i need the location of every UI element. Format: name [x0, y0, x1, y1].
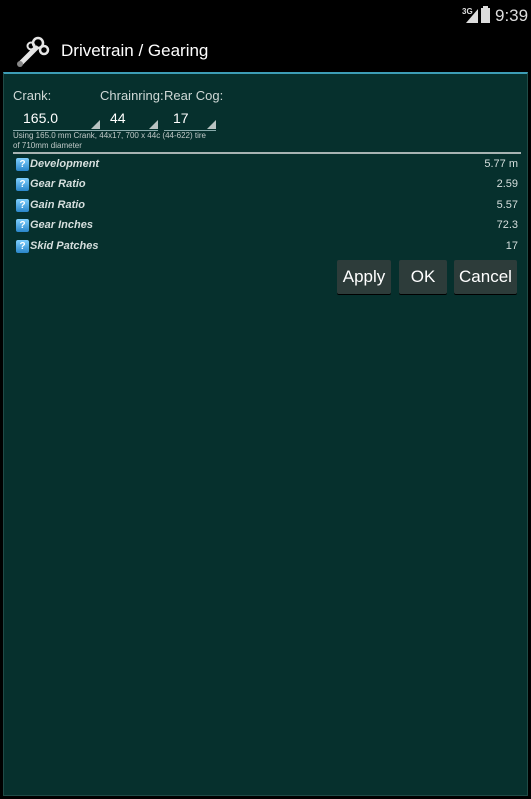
result-name: Gain Ratio — [30, 199, 86, 211]
spinner-arrow-icon — [91, 120, 100, 129]
result-value: 5.57 — [496, 199, 518, 211]
help-icon[interactable]: ? — [16, 158, 29, 171]
apply-button[interactable]: Apply — [337, 260, 391, 294]
crank-value: 165.0 — [23, 110, 59, 126]
result-value: 17 — [505, 240, 518, 252]
result-name: Skid Patches — [30, 240, 99, 252]
result-row-skid-patches: ? Skid Patches 17 — [14, 238, 520, 258]
battery-icon — [481, 6, 490, 23]
help-icon[interactable]: ? — [16, 240, 29, 253]
clock: 9:39 — [495, 6, 529, 25]
signal-icon: 3G — [462, 7, 478, 24]
help-icon[interactable]: ? — [16, 219, 29, 232]
spinner-arrow-icon — [149, 120, 158, 129]
chainring-value: 44 — [110, 110, 126, 126]
rear-cog-label: Rear Cog: — [164, 88, 224, 103]
note-line: Using 165.0 mm Crank, 44x17, 700 x 44c (… — [13, 131, 206, 140]
result-value: 5.77 m — [484, 158, 518, 170]
crank-label: Crank: — [13, 88, 52, 103]
result-value: 2.59 — [496, 178, 518, 190]
gearing-dialog: Crank: Chrainring: Rear Cog: 165.0 44 17… — [3, 72, 528, 796]
rear-cog-spinner[interactable]: 17 — [164, 110, 216, 131]
ok-button[interactable]: OK — [399, 260, 447, 294]
result-value: 72.3 — [496, 219, 518, 231]
calculation-note: Using 165.0 mm Crank, 44x17, 700 x 44c (… — [13, 131, 233, 151]
result-name: Gear Ratio — [30, 178, 86, 190]
page-title: Drivetrain / Gearing — [61, 41, 209, 60]
rear-cog-value: 17 — [173, 110, 189, 126]
wrench-gear-icon[interactable] — [14, 34, 50, 70]
help-icon[interactable]: ? — [16, 178, 29, 191]
result-row-gear-ratio: ? Gear Ratio 2.59 — [14, 176, 520, 196]
chainring-spinner[interactable]: 44 — [100, 110, 158, 131]
crank-spinner[interactable]: 165.0 — [13, 110, 100, 131]
result-row-gear-inches: ? Gear Inches 72.3 — [14, 217, 520, 237]
result-row-development: ? Development 5.77 m — [14, 156, 520, 176]
note-line: of 710mm diameter — [13, 141, 82, 150]
result-row-gain-ratio: ? Gain Ratio 5.57 — [14, 197, 520, 217]
help-icon[interactable]: ? — [16, 199, 29, 212]
status-bar: 3G 9:39 — [0, 0, 531, 32]
divider — [13, 152, 521, 154]
action-bar: Drivetrain / Gearing — [0, 32, 531, 72]
result-name: Development — [30, 158, 100, 170]
chainring-label: Chrainring: — [100, 88, 164, 103]
cancel-button[interactable]: Cancel — [454, 260, 517, 294]
spinner-arrow-icon — [207, 120, 216, 129]
result-name: Gear Inches — [30, 219, 93, 231]
